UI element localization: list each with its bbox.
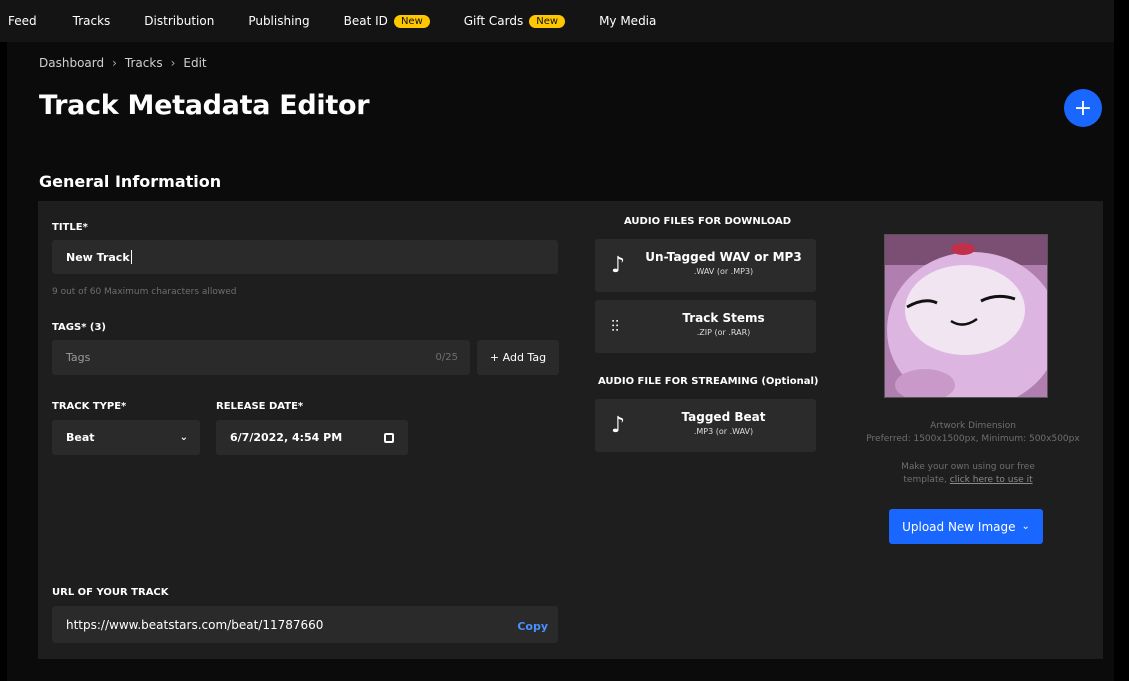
copy-button[interactable]: Copy: [517, 620, 548, 633]
chevron-right-icon: ›: [112, 56, 117, 70]
release-date-label: RELEASE DATE*: [216, 401, 304, 412]
download-heading: AUDIO FILES FOR DOWNLOAD: [624, 216, 791, 227]
url-label: URL OF YOUR TRACK: [52, 587, 169, 598]
calendar-icon: [384, 432, 394, 443]
title-label: TITLE*: [52, 222, 88, 233]
artwork-dimension-title: Artwork Dimension: [930, 421, 1016, 431]
music-note-icon: ♪: [611, 253, 626, 278]
track-type-label: TRACK TYPE*: [52, 401, 127, 412]
nav-distribution[interactable]: Distribution: [144, 14, 214, 28]
tags-count: 0/25: [435, 352, 458, 363]
artwork-plush-image: [885, 235, 1047, 397]
track-stems-upload[interactable]: ⫶⫶ Track Stems .ZIP (or .RAR): [595, 300, 816, 353]
artwork-template-text: Make your own using our free template, c…: [901, 462, 1035, 485]
template-link[interactable]: click here to use it: [950, 475, 1033, 485]
page-title: Track Metadata Editor: [39, 90, 370, 121]
tags-input[interactable]: Tags 0/25: [52, 340, 470, 375]
breadcrumb-dashboard[interactable]: Dashboard: [39, 56, 104, 70]
artwork-dimension-text: Preferred: 1500x1500px, Minimum: 500x500…: [866, 434, 1080, 444]
nav-my-media[interactable]: My Media: [599, 14, 656, 28]
release-date-input[interactable]: 6/7/2022, 4:54 PM: [216, 420, 408, 455]
breadcrumb-tracks[interactable]: Tracks: [125, 56, 163, 70]
new-badge: New: [529, 14, 566, 28]
new-badge: New: [393, 14, 430, 28]
music-note-icon: ♪: [611, 413, 626, 438]
main-content: Dashboard › Tracks › Edit Track Metadata Edi…: [7, 42, 1114, 681]
nav-beat-id[interactable]: Beat ID New: [344, 14, 430, 28]
tagged-beat-upload[interactable]: ♪ Tagged Beat .MP3 (or .WAV): [595, 399, 816, 452]
breadcrumb: Dashboard › Tracks › Edit: [39, 56, 207, 70]
add-button[interactable]: +: [1064, 89, 1102, 127]
general-info-panel: TITLE* New Track 9 out of 60 Maximum cha…: [38, 201, 1103, 659]
tags-label: TAGS* (3): [52, 322, 107, 333]
nav-tracks[interactable]: Tracks: [73, 14, 111, 28]
nav-publishing[interactable]: Publishing: [248, 14, 309, 28]
plus-icon: +: [1073, 95, 1093, 121]
track-type-select[interactable]: Beat ⌄: [52, 420, 200, 455]
section-title: General Information: [39, 172, 222, 191]
nav-feed[interactable]: Feed: [8, 14, 37, 28]
title-input[interactable]: New Track: [52, 240, 558, 274]
track-url-field: https://www.beatstars.com/beat/11787660 …: [52, 606, 558, 643]
chevron-down-icon: ⌄: [1021, 521, 1030, 532]
chevron-down-icon: ⌄: [179, 432, 188, 443]
upload-image-button[interactable]: Upload New Image ⌄: [889, 509, 1043, 544]
nav-gift-cards[interactable]: Gift Cards New: [464, 14, 566, 28]
artwork-image: [884, 234, 1048, 398]
streaming-heading: AUDIO FILE FOR STREAMING (Optional): [598, 376, 819, 387]
top-navigation: Feed Tracks Distribution Publishing Beat…: [0, 0, 1114, 42]
untagged-audio-upload[interactable]: ♪ Un-Tagged WAV or MP3 .WAV (or .MP3): [595, 239, 816, 292]
breadcrumb-edit: Edit: [183, 56, 207, 70]
sliders-icon: ⫶⫶: [611, 317, 620, 336]
chevron-right-icon: ›: [170, 56, 176, 70]
title-hint: 9 out of 60 Maximum characters allowed: [52, 287, 237, 297]
add-tag-button[interactable]: + Add Tag: [477, 340, 559, 375]
text-cursor: [130, 250, 132, 264]
